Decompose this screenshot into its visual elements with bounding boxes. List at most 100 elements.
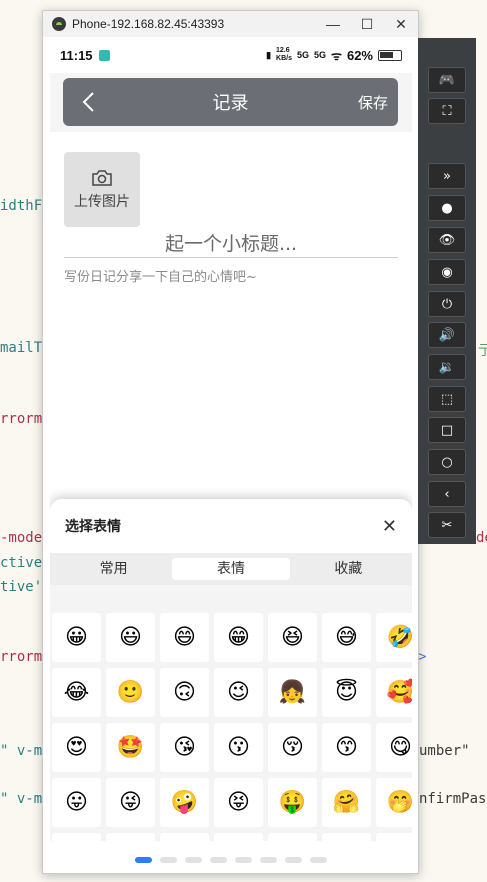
save-button[interactable]: 保存 — [348, 92, 398, 113]
code-fragment: de — [476, 530, 487, 546]
emoji-picker-sheet: 选择表情 ✕ 常用 表情 收藏 😀 😃 😄 😁 😆 😅 🤣 😂 🙂 🙃 😉 👧 😇 🥰 😍 🤩 😘 😗 😚 😙 😋 😛 😜 🤪… — [50, 499, 412, 873]
emoji-cell[interactable]: 🤭 — [376, 778, 412, 827]
emoji-cell[interactable] — [52, 833, 101, 841]
app-bar: 记录 保存 — [63, 78, 398, 126]
record-icon[interactable]: ● — [428, 195, 466, 221]
emoji-grid-top-spacer — [50, 585, 412, 609]
page-dot[interactable] — [185, 857, 202, 863]
gamepad-icon[interactable]: 🎮 — [428, 67, 466, 93]
camera-icon — [92, 169, 112, 186]
tab-common[interactable]: 常用 — [55, 558, 172, 580]
volume-down-icon[interactable]: 🔉 — [428, 354, 466, 380]
emoji-cell[interactable]: 🤩 — [106, 723, 155, 772]
power-icon[interactable]: ⏻ — [428, 291, 466, 317]
show-icon[interactable]: 👁 — [428, 227, 466, 253]
emoji-cell[interactable] — [160, 833, 209, 841]
fullscreen-icon[interactable]: ⛶ — [428, 98, 466, 124]
code-line: rrorm — [0, 411, 43, 427]
window-title: Phone-192.168.82.45:43393 — [72, 17, 225, 31]
emoji-cell[interactable]: 🤑 — [268, 778, 317, 827]
upload-image-button[interactable]: 上传图片 — [64, 152, 140, 227]
page-dot[interactable] — [260, 857, 277, 863]
hide-icon[interactable]: ◉ — [428, 259, 466, 285]
emoji-cell[interactable]: 😅 — [322, 613, 371, 662]
page-dot[interactable] — [160, 857, 177, 863]
emoji-cell[interactable]: 👧 — [268, 668, 317, 717]
wifi-icon: ᯤ — [331, 48, 342, 63]
emoji-cell[interactable]: 😜 — [106, 778, 155, 827]
code-line: ctive — [0, 555, 43, 571]
emoji-cell[interactable]: 😁 — [214, 613, 263, 662]
minimize-button[interactable]: — — [316, 11, 350, 37]
rotate-icon[interactable]: ⬚ — [428, 386, 466, 412]
emoji-cell[interactable] — [376, 833, 412, 841]
emoji-cell[interactable] — [106, 833, 155, 841]
volume-up-icon[interactable]: 🔊 — [428, 322, 466, 348]
maximize-button[interactable]: ☐ — [350, 11, 384, 37]
emoji-cell[interactable]: 😍 — [52, 723, 101, 772]
emoji-cell[interactable]: 😃 — [106, 613, 155, 662]
back-icon[interactable]: ‹ — [428, 481, 466, 507]
diary-body-input[interactable] — [64, 266, 398, 506]
status-time: 11:15 — [60, 47, 93, 63]
close-window-button[interactable]: ✕ — [384, 11, 418, 37]
battery-percent: 62% — [346, 47, 373, 63]
emoji-cell[interactable]: 😂 — [52, 668, 101, 717]
home-icon[interactable]: □ — [428, 417, 466, 443]
code-line: mailT — [0, 340, 43, 356]
emoji-cell[interactable] — [322, 833, 371, 841]
emoji-cell[interactable]: 😘 — [160, 723, 209, 772]
emoji-cell[interactable] — [268, 833, 317, 841]
page-dot[interactable] — [210, 857, 227, 863]
emoji-cell[interactable]: 😚 — [268, 723, 317, 772]
android-icon — [52, 17, 66, 31]
emoji-cell[interactable]: 🤣 — [376, 613, 412, 662]
emoji-sheet-title: 选择表情 — [65, 519, 121, 535]
emoji-cell[interactable]: 🤪 — [160, 778, 209, 827]
emoji-cell[interactable]: 😄 — [160, 613, 209, 662]
emoji-sheet-header: 选择表情 ✕ — [50, 499, 412, 553]
emoji-cell[interactable] — [214, 833, 263, 841]
screenshot-icon[interactable]: ✂ — [428, 512, 466, 538]
overview-icon[interactable]: ○ — [428, 449, 466, 475]
page-dot[interactable] — [310, 857, 327, 863]
emoji-cell[interactable]: 🥰 — [376, 668, 412, 717]
page-title: 记录 — [212, 93, 249, 114]
emoji-cell[interactable]: 😋 — [376, 723, 412, 772]
emoji-cell[interactable]: 😆 — [268, 613, 317, 662]
upload-label: 上传图片 — [74, 193, 130, 210]
expand-toolbar-icon[interactable]: » — [428, 163, 466, 189]
emoji-cell[interactable]: 😙 — [322, 723, 371, 772]
close-icon[interactable]: ✕ — [382, 516, 397, 537]
signal-5g-icon: 5G — [296, 50, 309, 60]
code-line: tive' — [0, 579, 43, 595]
net-speed: 12.6 KB/s — [276, 47, 292, 62]
tab-emoji[interactable]: 表情 — [172, 558, 290, 580]
vibrate-icon: ▮ — [266, 49, 272, 60]
tab-favorites[interactable]: 收藏 — [290, 558, 407, 580]
page-dot[interactable] — [135, 857, 152, 863]
code-line: -mode — [0, 530, 43, 546]
emulator-side-toolbar: 🎮 ⛶ » ● 👁 ◉ ⏻ 🔊 🔉 ⬚ □ ○ ‹ ✂ — [418, 38, 476, 544]
emoji-cell[interactable]: 😇 — [322, 668, 371, 717]
emoji-cell[interactable]: 😝 — [214, 778, 263, 827]
emoji-cell[interactable]: 🙃 — [160, 668, 209, 717]
page-dot[interactable] — [285, 857, 302, 863]
emoji-cell[interactable]: 🙂 — [106, 668, 155, 717]
emoji-cell[interactable]: 😛 — [52, 778, 101, 827]
phone-screen: 11:15 ▮ 12.6 KB/s 5G 5G ᯤ 62% 上传图片 起一个小标… — [50, 37, 412, 873]
chevron-left-icon — [82, 92, 94, 112]
window-titlebar[interactable]: Phone-192.168.82.45:43393 — ☐ ✕ — [43, 11, 418, 37]
emoji-cell[interactable]: 😗 — [214, 723, 263, 772]
code-line: " v-m — [0, 791, 43, 807]
app-notification-icon — [98, 49, 110, 61]
emoji-cell[interactable]: 😉 — [214, 668, 263, 717]
code-fragment: > — [418, 649, 427, 665]
back-button[interactable] — [63, 78, 113, 126]
emoji-tabs: 常用 表情 收藏 — [50, 553, 412, 585]
page-dot[interactable] — [235, 857, 252, 863]
title-input[interactable] — [64, 230, 398, 258]
emoji-cell[interactable]: 😀 — [52, 613, 101, 662]
battery-icon — [378, 49, 402, 61]
emoji-cell[interactable]: 🤗 — [322, 778, 371, 827]
